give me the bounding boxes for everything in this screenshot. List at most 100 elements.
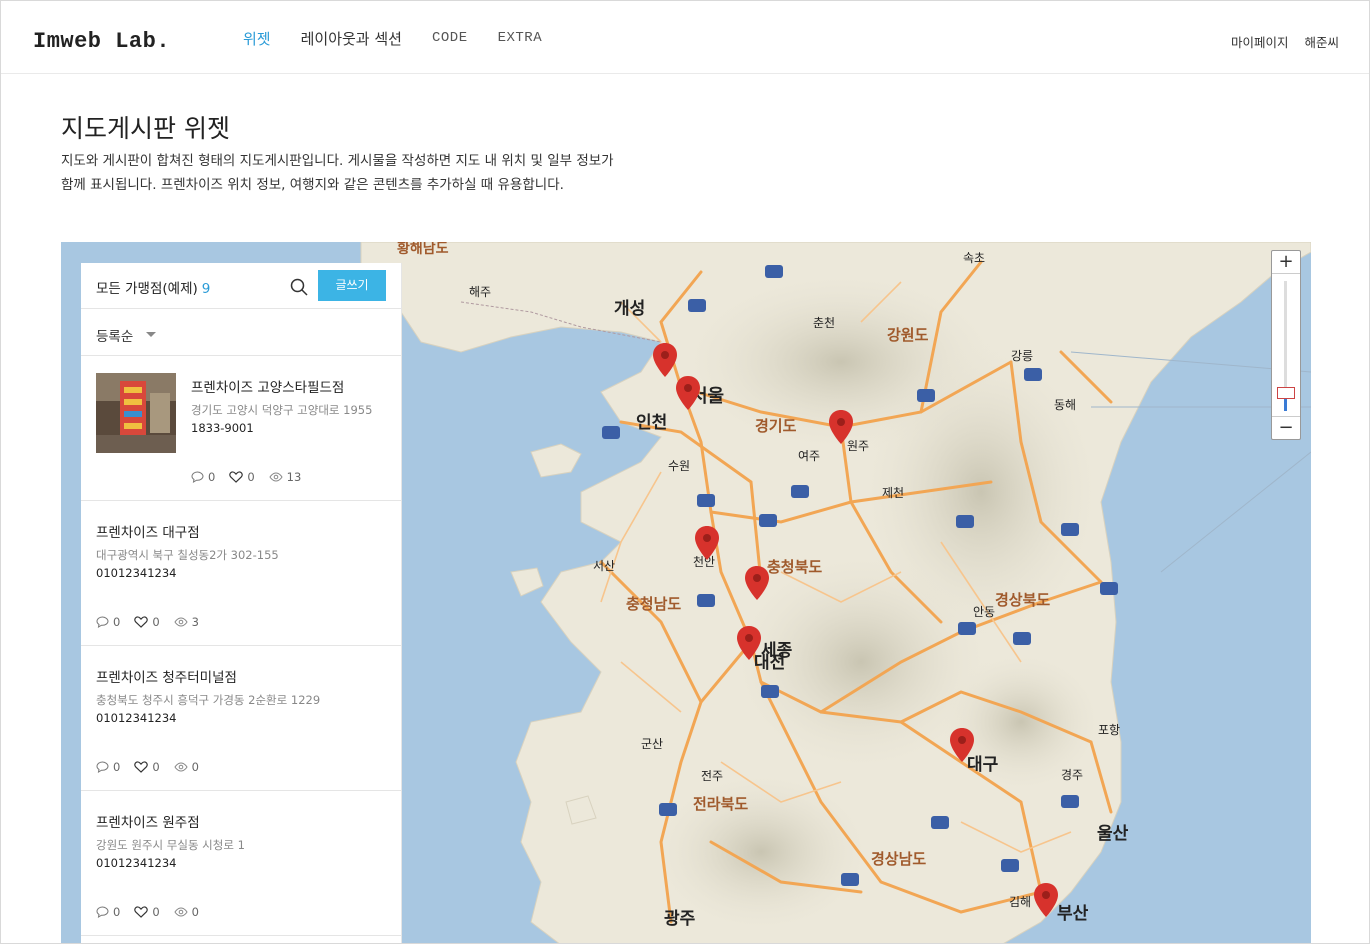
zoom-slider-handle[interactable] bbox=[1277, 387, 1295, 399]
heart-icon bbox=[134, 616, 149, 628]
comment-icon bbox=[96, 616, 109, 628]
label-gangwon: 강원도 bbox=[887, 326, 929, 344]
item-name[interactable]: 프렌차이즈 고양스타필드점 bbox=[191, 376, 344, 396]
write-button[interactable]: 글쓰기 bbox=[318, 270, 386, 301]
map-marker[interactable] bbox=[1033, 883, 1059, 917]
item-phone: 01012341234 bbox=[96, 711, 177, 725]
list-item[interactable]: 프렌차이즈 대구점 대구광역시 북구 칠성동2가 302-155 0101234… bbox=[81, 501, 401, 646]
eye-icon bbox=[174, 617, 188, 627]
item-phone: 1833-9001 bbox=[191, 421, 254, 435]
nav-item-widget[interactable]: 위젯 bbox=[243, 28, 271, 49]
item-name[interactable]: 프렌차이즈 청주터미널점 bbox=[96, 666, 237, 686]
label-sokcho: 속초 bbox=[963, 251, 985, 265]
panel-title: 모든 가맹점(예제) 9 bbox=[96, 277, 210, 297]
sort-dropdown[interactable]: 등록순 bbox=[81, 309, 401, 356]
view-stat: 13 bbox=[269, 470, 302, 484]
site-logo[interactable]: Imweb Lab. bbox=[33, 29, 170, 54]
zoom-slider-track[interactable] bbox=[1284, 281, 1287, 401]
label-busan: 부산 bbox=[1057, 904, 1089, 924]
like-count: 0 bbox=[247, 470, 255, 484]
like-stat[interactable]: 0 bbox=[134, 905, 160, 919]
zoom-in-button[interactable]: + bbox=[1272, 251, 1300, 274]
item-stats: 0 0 0 bbox=[96, 905, 213, 919]
like-stat[interactable]: 0 bbox=[229, 470, 255, 484]
item-address: 경기도 고양시 덕양구 고양대로 1955 bbox=[191, 403, 373, 417]
comment-count: 0 bbox=[113, 905, 121, 919]
map-marker[interactable] bbox=[736, 626, 762, 660]
chevron-down-icon bbox=[146, 332, 156, 337]
map-marker[interactable] bbox=[652, 343, 678, 377]
item-phone: 01012341234 bbox=[96, 856, 177, 870]
map-view[interactable]: 서울 인천 대전 대구 부산 광주 울산 개성 세종 강원도 경기도 충청북도 … bbox=[61, 242, 1311, 943]
label-pohang: 포항 bbox=[1098, 723, 1120, 737]
item-stats: 0 0 0 bbox=[96, 760, 213, 774]
like-count: 0 bbox=[152, 905, 160, 919]
list-item[interactable]: 프렌차이즈 청주터미널점 충청북도 청주시 흥덕구 가경동 2순환로 1229 … bbox=[81, 646, 401, 791]
zoom-control: + − bbox=[1271, 250, 1301, 440]
item-phone: 01012341234 bbox=[96, 566, 177, 580]
store-list-panel: 모든 가맹점(예제) 9 글쓰기 등록순 프렌차이즈 고양스타필드점 경기도 고… bbox=[81, 263, 402, 943]
like-stat[interactable]: 0 bbox=[134, 760, 160, 774]
panel-title-text: 모든 가맹점(예제) bbox=[96, 281, 198, 297]
map-marker[interactable] bbox=[694, 526, 720, 560]
sort-label: 등록순 bbox=[96, 329, 134, 345]
item-name[interactable]: 프렌차이즈 원주점 bbox=[96, 811, 200, 831]
map-marker[interactable] bbox=[744, 566, 770, 600]
label-incheon: 인천 bbox=[636, 413, 667, 433]
comment-count: 0 bbox=[113, 615, 121, 629]
label-chuncheon: 춘천 bbox=[813, 315, 835, 330]
page-description: 지도와 게시판이 합쳐진 형태의 지도게시판입니다. 게시물을 작성하면 지도 … bbox=[61, 149, 681, 197]
item-thumbnail bbox=[96, 373, 176, 453]
nav-item-code[interactable]: CODE bbox=[432, 30, 468, 49]
item-address: 충청북도 청주시 흥덕구 가경동 2순환로 1229 bbox=[96, 693, 321, 707]
label-haeju: 해주 bbox=[469, 285, 491, 299]
label-gunsan: 군산 bbox=[641, 737, 663, 751]
label-ulsan: 울산 bbox=[1097, 824, 1129, 844]
user-name-link[interactable]: 해준씨 bbox=[1304, 32, 1339, 51]
map-marker[interactable] bbox=[828, 410, 854, 444]
eye-icon bbox=[269, 472, 283, 482]
map-marker[interactable] bbox=[949, 728, 975, 762]
like-count: 0 bbox=[152, 760, 160, 774]
eye-icon bbox=[174, 762, 188, 772]
heart-icon bbox=[229, 471, 244, 483]
list-item[interactable]: 프렌차이즈 원주점 강원도 원주시 무실동 시청로 1 01012341234 … bbox=[81, 791, 401, 936]
user-menu: 마이페이지 해준씨 bbox=[1231, 32, 1339, 51]
label-gyeonggi: 경기도 bbox=[755, 417, 797, 435]
view-count: 0 bbox=[191, 760, 199, 774]
mypage-link[interactable]: 마이페이지 bbox=[1231, 32, 1289, 51]
panel-header: 모든 가맹점(예제) 9 글쓰기 bbox=[81, 263, 401, 309]
label-gaeseong: 개성 bbox=[614, 299, 645, 319]
label-andong: 안동 bbox=[973, 605, 995, 619]
comment-icon bbox=[96, 761, 109, 773]
label-chungnam: 충청남도 bbox=[626, 595, 681, 613]
item-address: 강원도 원주시 무실동 시청로 1 bbox=[96, 838, 245, 852]
label-hwanghae: 황해남도 bbox=[397, 242, 449, 257]
comment-stat: 0 bbox=[96, 905, 120, 919]
page-title: 지도게시판 위젯 bbox=[61, 114, 230, 143]
like-count: 0 bbox=[152, 615, 160, 629]
label-jecheon: 제천 bbox=[882, 485, 904, 500]
nav-item-layout[interactable]: 레이아웃과 섹션 bbox=[301, 28, 402, 49]
list-item[interactable]: 프렌차이즈 고양스타필드점 경기도 고양시 덕양구 고양대로 1955 1833… bbox=[81, 356, 401, 501]
view-count: 0 bbox=[191, 905, 199, 919]
label-sejong: 세종 bbox=[761, 641, 793, 661]
zoom-out-button[interactable]: − bbox=[1272, 416, 1300, 439]
item-stats: 0 0 3 bbox=[96, 615, 213, 629]
description-line-1: 지도와 게시판이 합쳐진 형태의 지도게시판입니다. 게시물을 작성하면 지도 … bbox=[61, 153, 614, 169]
heart-icon bbox=[134, 761, 149, 773]
map-marker[interactable] bbox=[675, 376, 701, 410]
search-icon[interactable] bbox=[290, 278, 308, 296]
comment-stat: 0 bbox=[191, 470, 215, 484]
view-count: 13 bbox=[286, 470, 302, 484]
label-gimhae: 김해 bbox=[1009, 895, 1031, 909]
comment-count: 0 bbox=[208, 470, 216, 484]
label-jeonbuk: 전라북도 bbox=[693, 795, 748, 813]
label-donghae: 동해 bbox=[1054, 398, 1076, 412]
nav-item-extra[interactable]: EXTRA bbox=[498, 30, 543, 49]
label-gyeongbuk: 경상북도 bbox=[995, 591, 1050, 609]
like-stat[interactable]: 0 bbox=[134, 615, 160, 629]
label-gangneung: 강릉 bbox=[1011, 349, 1033, 363]
item-name[interactable]: 프렌차이즈 대구점 bbox=[96, 521, 200, 541]
view-stat: 0 bbox=[174, 760, 199, 774]
